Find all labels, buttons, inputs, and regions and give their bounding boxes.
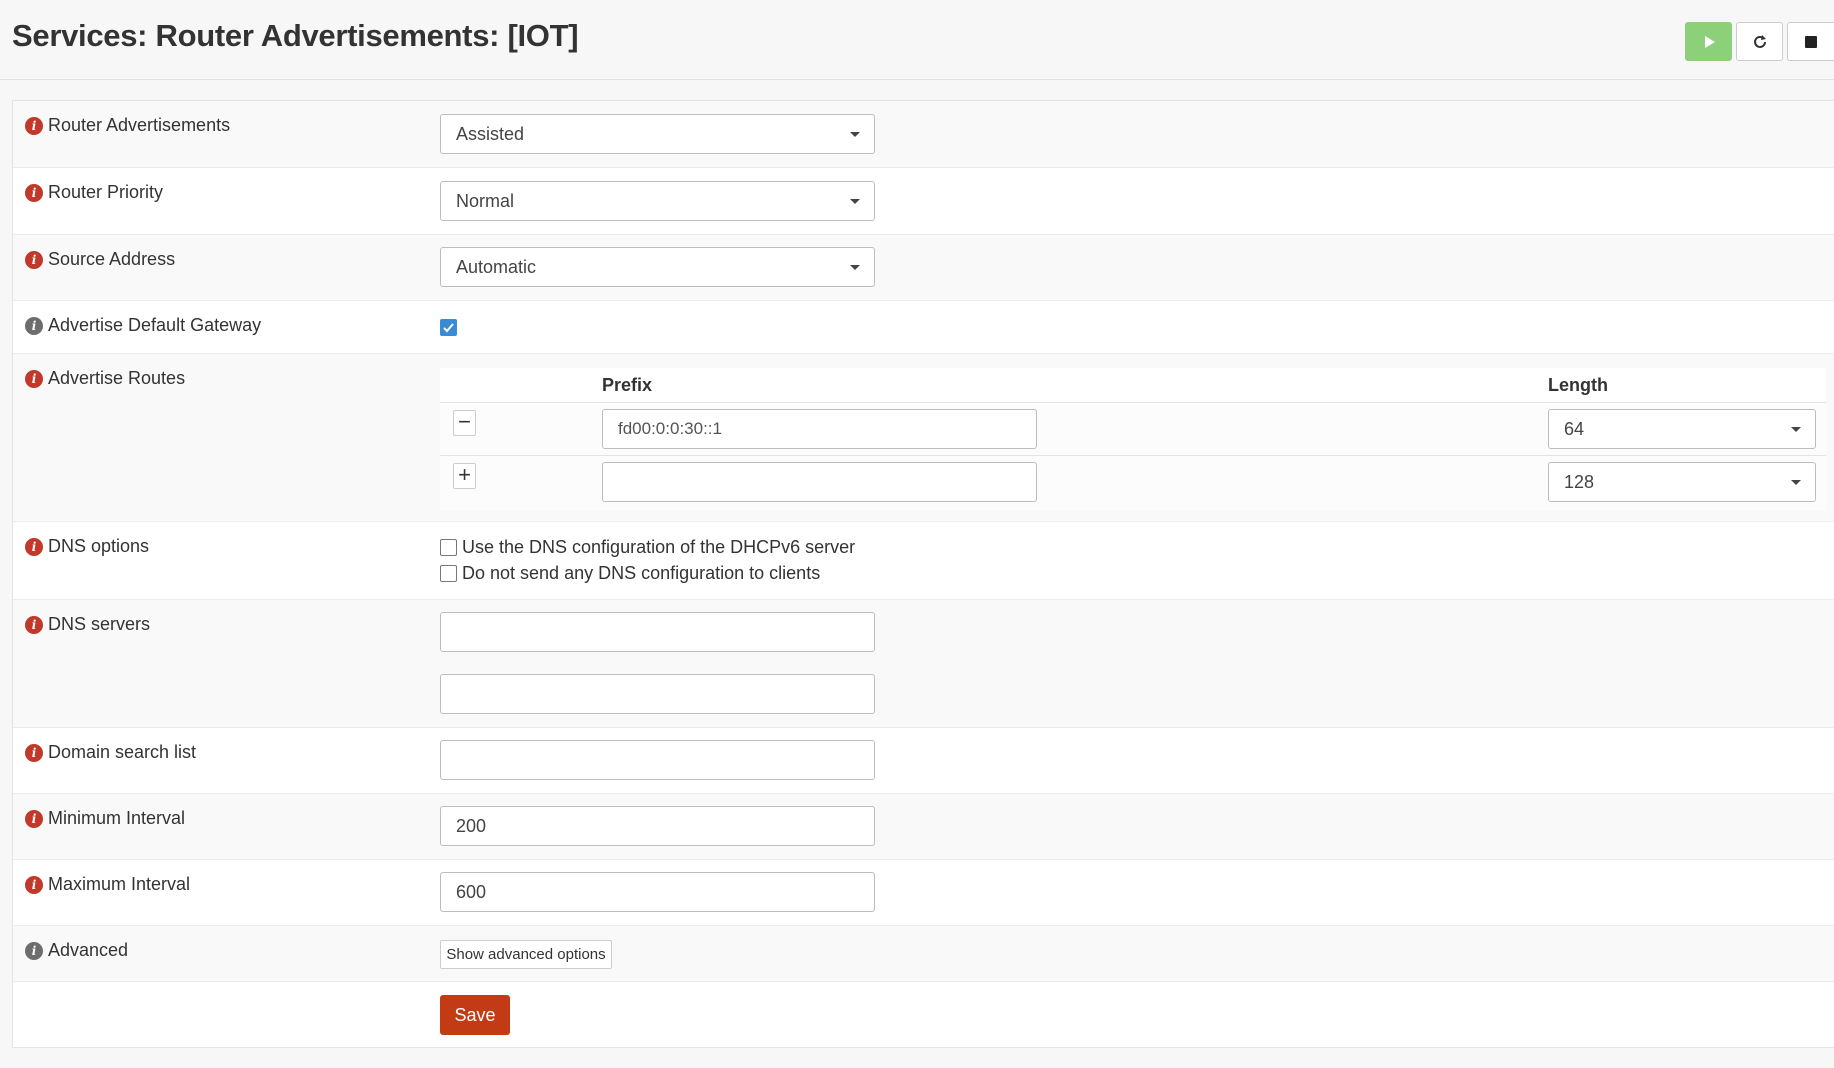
info-icon[interactable]: i — [25, 369, 43, 388]
row-domain-search-list: i Domain search list — [13, 728, 1834, 794]
restart-service-button[interactable] — [1736, 22, 1783, 61]
dns-server-input-2[interactable] — [440, 674, 875, 714]
domain-search-list-input[interactable] — [440, 740, 875, 780]
chevron-down-icon — [1791, 480, 1801, 485]
chevron-down-icon — [850, 265, 860, 270]
info-icon[interactable]: i — [25, 116, 43, 135]
source-address-select[interactable]: Automatic — [440, 247, 875, 287]
use-dhcpv6-dns-checkbox[interactable] — [440, 539, 457, 556]
row-source-address: i Source Address Automatic — [13, 235, 1834, 301]
domain-search-list-label: Domain search list — [48, 742, 197, 762]
use-dhcpv6-dns-label: Use the DNS configuration of the DHCPv6 … — [462, 537, 856, 557]
dns-server-input-1[interactable] — [440, 612, 875, 652]
row-advertise-routes: i Advertise Routes Prefix Length − fd00:… — [13, 354, 1834, 522]
page-header: Services: Router Advertisements: [IOT] — [0, 0, 1834, 80]
info-icon[interactable]: i — [25, 941, 43, 960]
advertise-routes-label: Advertise Routes — [48, 368, 186, 388]
stop-service-button[interactable] — [1787, 22, 1834, 61]
maximum-interval-label: Maximum Interval — [48, 874, 191, 894]
row-maximum-interval: i Maximum Interval 600 — [13, 860, 1834, 926]
router-priority-label: Router Priority — [48, 182, 164, 202]
router-advertisements-label: Router Advertisements — [48, 115, 231, 135]
checkmark-icon — [443, 323, 454, 333]
table-row: − fd00:0:0:30::1 64 — [440, 403, 1826, 456]
advertise-default-gateway-label: Advertise Default Gateway — [48, 315, 262, 335]
row-dns-options: i DNS options Use the DNS configuration … — [13, 522, 1834, 600]
row-minimum-interval: i Minimum Interval 200 — [13, 794, 1834, 860]
info-icon[interactable]: i — [25, 316, 43, 335]
router-priority-select[interactable]: Normal — [440, 181, 875, 221]
length-select[interactable]: 128 — [1548, 462, 1816, 502]
routes-table: Prefix Length − fd00:0:0:30::1 64 + 128 — [440, 368, 1826, 510]
row-save: Save — [13, 982, 1834, 1048]
chevron-down-icon — [850, 132, 860, 137]
router-advertisements-select[interactable]: Assisted — [440, 114, 875, 154]
info-icon[interactable]: i — [25, 809, 43, 828]
minimum-interval-label: Minimum Interval — [48, 808, 186, 828]
dns-servers-label: DNS servers — [48, 614, 151, 634]
info-icon[interactable]: i — [25, 250, 43, 269]
row-router-priority: i Router Priority Normal — [13, 168, 1834, 235]
save-button[interactable]: Save — [440, 995, 510, 1035]
chevron-down-icon — [1791, 427, 1801, 432]
row-advertise-default-gateway: i Advertise Default Gateway — [13, 301, 1834, 354]
row-advanced: i Advanced Show advanced options — [13, 926, 1834, 982]
dns-options-label: DNS options — [48, 536, 150, 556]
play-icon — [1704, 35, 1715, 48]
row-dns-servers: i DNS servers — [13, 600, 1834, 728]
maximum-interval-input[interactable]: 600 — [440, 872, 875, 912]
row-router-advertisements: i Router Advertisements Assisted — [13, 101, 1834, 168]
info-icon[interactable]: i — [25, 183, 43, 202]
page-title: Services: Router Advertisements: [IOT] — [12, 18, 579, 53]
column-header-length: Length — [1548, 375, 1608, 395]
column-header-prefix: Prefix — [602, 375, 653, 395]
start-service-button[interactable] — [1685, 22, 1732, 61]
info-icon[interactable]: i — [25, 615, 43, 634]
advanced-label: Advanced — [48, 940, 129, 960]
prefix-input[interactable] — [602, 462, 1037, 502]
remove-row-button[interactable]: − — [453, 410, 476, 436]
advertise-default-gateway-checkbox[interactable] — [440, 319, 457, 336]
settings-form: i Router Advertisements Assisted i Route… — [12, 100, 1834, 1048]
info-icon[interactable]: i — [25, 743, 43, 762]
info-icon[interactable]: i — [25, 537, 43, 556]
length-select[interactable]: 64 — [1548, 409, 1816, 449]
stop-icon — [1805, 35, 1817, 48]
info-icon[interactable]: i — [25, 875, 43, 894]
add-row-button[interactable]: + — [453, 463, 476, 489]
chevron-down-icon — [850, 199, 860, 204]
no-dns-config-checkbox[interactable] — [440, 565, 457, 582]
table-row: + 128 — [440, 456, 1826, 509]
prefix-input[interactable]: fd00:0:0:30::1 — [602, 409, 1037, 449]
no-dns-config-label: Do not send any DNS configuration to cli… — [462, 563, 821, 583]
routes-table-header: Prefix Length — [440, 368, 1826, 403]
minimum-interval-input[interactable]: 200 — [440, 806, 875, 846]
source-address-label: Source Address — [48, 249, 176, 269]
show-advanced-options-button[interactable]: Show advanced options — [440, 940, 612, 969]
refresh-icon — [1753, 34, 1766, 48]
